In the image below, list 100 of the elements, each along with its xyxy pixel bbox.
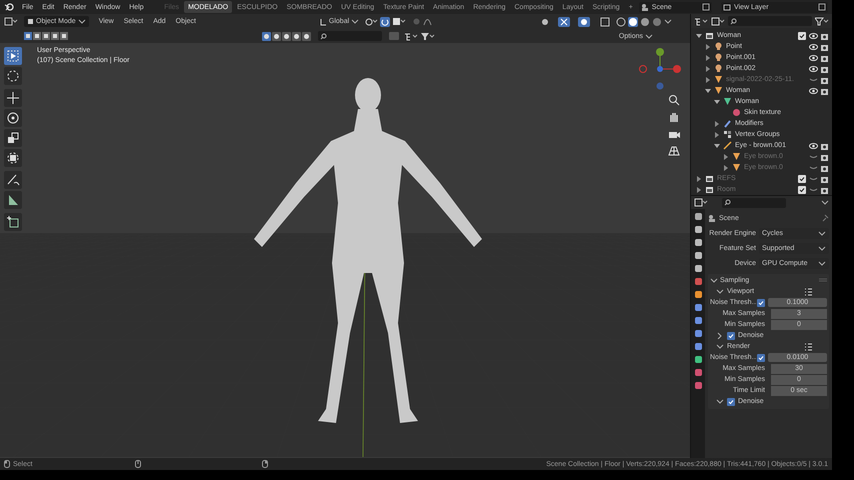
- chevron-icon[interactable]: [716, 288, 724, 295]
- cursor-icon[interactable]: [4, 67, 22, 85]
- select-extend-icon[interactable]: [33, 32, 41, 40]
- render-camera-icon[interactable]: [820, 164, 829, 172]
- render-camera-icon[interactable]: [820, 54, 829, 62]
- render-camera-icon[interactable]: [820, 42, 829, 50]
- closed-eye-icon[interactable]: [809, 174, 818, 182]
- visibility-icon[interactable]: [540, 16, 550, 26]
- copy-icon[interactable]: [702, 3, 710, 11]
- camera-toggle-icon[interactable]: [302, 32, 311, 40]
- expand-arrow-icon[interactable]: [713, 98, 721, 106]
- editor-type-icon[interactable]: [4, 17, 18, 26]
- checkbox[interactable]: [757, 354, 765, 362]
- hierarchy-icon[interactable]: [404, 32, 418, 40]
- grip-icon[interactable]: [819, 277, 827, 283]
- texture-tab-icon[interactable]: [694, 381, 702, 390]
- wireframe-shading-icon[interactable]: [616, 16, 626, 26]
- pivot-icon[interactable]: [364, 17, 378, 26]
- caret-icon[interactable]: [821, 199, 829, 206]
- search-field[interactable]: [722, 198, 786, 208]
- render-camera-icon[interactable]: [820, 174, 829, 182]
- expand-arrow-icon[interactable]: [722, 152, 730, 160]
- view-layer-tab-icon[interactable]: [694, 251, 702, 260]
- select-new-icon[interactable]: [24, 32, 32, 40]
- overlay-icon[interactable]: [578, 16, 590, 26]
- chevron-icon[interactable]: [716, 343, 724, 350]
- eye-icon[interactable]: [809, 64, 818, 72]
- move-icon[interactable]: [4, 89, 22, 107]
- eye-icon[interactable]: [809, 142, 818, 150]
- checkbox[interactable]: [798, 174, 806, 182]
- search-field[interactable]: [318, 31, 382, 41]
- scene-tab-icon[interactable]: [694, 264, 702, 273]
- select-intersect-icon[interactable]: [60, 32, 68, 40]
- xray-icon[interactable]: [600, 16, 610, 26]
- display-mode-icon[interactable]: [694, 16, 708, 26]
- expand-arrow-icon[interactable]: [704, 86, 712, 94]
- expand-arrow-icon[interactable]: [704, 76, 712, 84]
- eye-icon[interactable]: [809, 86, 818, 94]
- checkbox[interactable]: [727, 332, 735, 340]
- select-box-icon[interactable]: [4, 47, 22, 65]
- expand-arrow-icon[interactable]: [695, 174, 703, 182]
- blender-logo-icon[interactable]: [4, 2, 14, 12]
- chevron-icon[interactable]: [716, 332, 724, 339]
- material-shading-icon[interactable]: [640, 16, 650, 26]
- render-tab-icon[interactable]: [694, 225, 702, 234]
- render-camera-icon[interactable]: [820, 76, 829, 84]
- tool-tab-icon[interactable]: [694, 212, 702, 221]
- expand-arrow-icon[interactable]: [722, 164, 730, 172]
- chevron-icon[interactable]: [710, 276, 718, 284]
- select-subtract-icon[interactable]: [42, 32, 50, 40]
- grid-icon[interactable]: [667, 144, 681, 158]
- filter-icon[interactable]: [815, 16, 829, 26]
- transform-icon[interactable]: [4, 149, 22, 167]
- solid-shading-icon[interactable]: [628, 16, 638, 26]
- zoom-icon[interactable]: [667, 93, 681, 107]
- rotate-icon[interactable]: [4, 109, 22, 127]
- chevron-icon[interactable]: [716, 398, 724, 405]
- checkbox[interactable]: [757, 298, 765, 306]
- expand-arrow-icon[interactable]: [713, 142, 721, 150]
- add-cube-icon[interactable]: [4, 213, 22, 231]
- material-tab-icon[interactable]: [694, 368, 702, 377]
- annotate-icon[interactable]: [4, 171, 22, 189]
- render-camera-icon[interactable]: [820, 142, 829, 150]
- closed-eye-icon[interactable]: [809, 76, 818, 84]
- output-tab-icon[interactable]: [694, 238, 702, 247]
- square-icon[interactable]: [392, 17, 406, 26]
- pin-icon[interactable]: [821, 214, 829, 222]
- rendered-shading-icon[interactable]: [652, 16, 662, 26]
- expand-arrow-icon[interactable]: [713, 120, 721, 128]
- constraints-tab-icon[interactable]: [694, 342, 702, 351]
- wireframe-toggle-icon[interactable]: [262, 32, 271, 40]
- expand-arrow-icon[interactable]: [713, 130, 721, 138]
- expand-arrow-icon[interactable]: [704, 64, 712, 72]
- falloff-curve-icon[interactable]: [423, 17, 432, 26]
- data-tab-icon[interactable]: [694, 355, 702, 364]
- world-tab-icon[interactable]: [694, 277, 702, 286]
- render-camera-icon[interactable]: [820, 186, 829, 194]
- closed-eye-icon[interactable]: [809, 186, 818, 194]
- list-icon[interactable]: [804, 342, 813, 350]
- snap-icon[interactable]: [380, 16, 390, 26]
- expand-arrow-icon[interactable]: [695, 186, 703, 194]
- editor-type-icon[interactable]: [694, 198, 708, 207]
- gizmo-icon[interactable]: [558, 16, 570, 26]
- checkbox[interactable]: [798, 32, 806, 40]
- copy-icon[interactable]: [818, 3, 826, 11]
- expand-arrow-icon[interactable]: [695, 32, 703, 40]
- scale-icon[interactable]: [4, 129, 22, 147]
- checkbox[interactable]: [727, 398, 735, 406]
- material-toggle-icon[interactable]: [292, 32, 301, 40]
- modifier-tab-icon[interactable]: [694, 303, 702, 312]
- expand-arrow-icon[interactable]: [704, 42, 712, 50]
- eye-icon[interactable]: [809, 54, 818, 62]
- view-layer-icon[interactable]: [711, 16, 725, 26]
- object-tab-icon[interactable]: [694, 290, 702, 299]
- closed-eye-icon[interactable]: [809, 164, 818, 172]
- particles-tab-icon[interactable]: [694, 316, 702, 325]
- filter-icon[interactable]: [421, 32, 435, 40]
- render-camera-icon[interactable]: [820, 64, 829, 72]
- search-field[interactable]: [728, 16, 812, 26]
- checkbox[interactable]: [798, 186, 806, 194]
